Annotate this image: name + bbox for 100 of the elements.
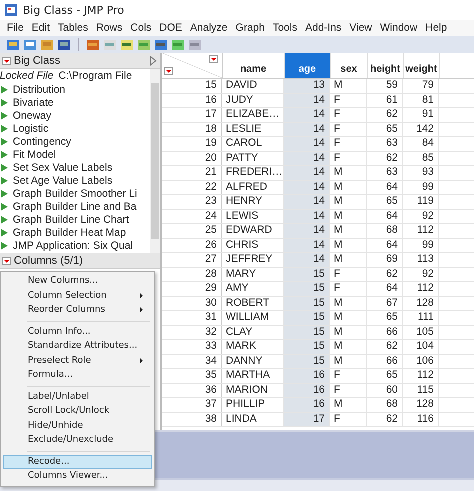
- table-cell: 14: [284, 238, 330, 252]
- script-item[interactable]: Set Age Value Labels: [0, 174, 150, 187]
- table-cell: 17: [284, 412, 330, 426]
- menu-item[interactable]: Window: [376, 22, 422, 34]
- script-item[interactable]: Logistic: [0, 122, 150, 135]
- row-number: 29: [162, 282, 222, 296]
- row-number: 28: [162, 268, 222, 281]
- table-cell: 66: [367, 326, 403, 339]
- menu-item[interactable]: Tools: [268, 22, 302, 34]
- table-cell: F: [330, 412, 367, 426]
- script-item[interactable]: Contingency: [0, 135, 150, 148]
- menu-item[interactable]: Recode...: [3, 454, 152, 469]
- script-item[interactable]: Graph Builder Heat Map: [0, 226, 150, 239]
- toolbar-icon[interactable]: [188, 38, 202, 52]
- menu-item[interactable]: Scroll Lock/Unlock: [3, 404, 152, 418]
- row-number: 23: [162, 195, 222, 208]
- table-cell: 16: [284, 369, 330, 382]
- menu-item[interactable]: View: [346, 22, 376, 34]
- menu-item[interactable]: Hide/Unhide: [3, 418, 152, 433]
- locked-label: Locked File: [0, 70, 54, 82]
- script-item[interactable]: Fit Model: [0, 148, 150, 161]
- submenu-arrow-icon: [140, 292, 143, 299]
- scrollbar[interactable]: [150, 69, 160, 253]
- table-cell: 15: [284, 268, 330, 281]
- table-cell: M: [330, 79, 367, 92]
- menu-item[interactable]: Cols: [126, 22, 156, 34]
- menu-item[interactable]: Rows: [92, 22, 127, 34]
- menu-item[interactable]: File: [3, 22, 28, 34]
- menu-item[interactable]: Reorder Columns: [3, 303, 152, 318]
- menu-item[interactable]: Tables: [54, 22, 92, 34]
- row-number: 37: [162, 398, 222, 412]
- menu-item[interactable]: Columns Viewer...: [3, 469, 152, 484]
- menu-item[interactable]: DOE: [156, 22, 186, 34]
- menu-item[interactable]: Analyze: [186, 22, 232, 34]
- column-header[interactable]: age: [285, 53, 331, 78]
- table-cell: F: [330, 369, 367, 382]
- column-header[interactable]: sex: [331, 53, 368, 78]
- toolbar-icon[interactable]: [120, 38, 134, 52]
- menu-item[interactable]: Label/Unlabel: [3, 390, 152, 404]
- toolbar-icon[interactable]: [57, 38, 71, 52]
- table-cell: 62: [367, 340, 403, 354]
- table-cell: 14: [284, 137, 330, 150]
- menu-item[interactable]: Exclude/Unexclude: [3, 433, 152, 448]
- row-number: 27: [162, 253, 222, 266]
- dropdown-icon[interactable]: [2, 56, 11, 64]
- window-title: Big Class - JMP Pro: [23, 4, 124, 16]
- menu-item[interactable]: New Columns...: [3, 274, 152, 288]
- table-cell: 92: [403, 268, 439, 281]
- dropdown-icon[interactable]: [164, 67, 173, 75]
- row-number: 35: [162, 369, 222, 382]
- script-item[interactable]: Graph Builder Line and Ba: [0, 200, 150, 213]
- table-cell: 15: [284, 354, 330, 368]
- table-cell: 14: [284, 224, 330, 238]
- table-cell: M: [330, 340, 367, 354]
- row-number: 20: [162, 152, 222, 165]
- script-item[interactable]: Graph Builder Smoother Li: [0, 187, 150, 200]
- toolbar-icon[interactable]: [6, 38, 20, 52]
- table-cell: 111: [403, 311, 439, 324]
- table-cell: M: [330, 311, 367, 324]
- menu-item[interactable]: Graph: [232, 22, 269, 34]
- expand-icon[interactable]: [150, 56, 157, 66]
- menu-item[interactable]: Standardize Attributes...: [3, 339, 152, 354]
- script-item[interactable]: Bivariate: [0, 96, 150, 109]
- row-number: 26: [162, 238, 222, 252]
- script-item[interactable]: Distribution: [0, 83, 150, 96]
- panel-title: Big Class: [14, 54, 60, 66]
- toolbar-icon[interactable]: [23, 38, 37, 52]
- toolbar-icon[interactable]: [171, 38, 185, 52]
- menu-item[interactable]: Add-Ins: [301, 22, 346, 34]
- table-cell: 67: [367, 296, 403, 310]
- menu-item[interactable]: Help: [422, 22, 452, 34]
- table-cell: 15: [284, 296, 330, 310]
- table-cell: 62: [367, 412, 403, 426]
- script-item[interactable]: Graph Builder Line Chart: [0, 213, 150, 226]
- toolbar-icon[interactable]: [86, 38, 100, 52]
- dropdown-icon[interactable]: [209, 55, 218, 63]
- row-number: 22: [162, 180, 222, 194]
- table-cell: F: [330, 384, 367, 397]
- script-item[interactable]: Set Sex Value Labels: [0, 161, 150, 174]
- table-cell: 14: [284, 180, 330, 194]
- table-cell: 60: [367, 384, 403, 397]
- column-header[interactable]: weight: [404, 53, 440, 78]
- table-cell: 85: [403, 152, 439, 165]
- table-cell: 104: [403, 340, 439, 354]
- menu-item[interactable]: Column Selection: [3, 288, 152, 303]
- table-cell: 113: [403, 253, 439, 266]
- menu-item[interactable]: Edit: [28, 22, 54, 34]
- table-cell: 13: [284, 79, 330, 92]
- table-cell: 62: [367, 108, 403, 122]
- column-header[interactable]: height: [368, 53, 404, 78]
- row-number: 15: [162, 79, 222, 92]
- dropdown-icon[interactable]: [2, 256, 11, 264]
- menu-item[interactable]: Column Info...: [3, 324, 152, 339]
- table-cell: 62: [367, 268, 403, 281]
- script-item[interactable]: Oneway: [0, 109, 150, 122]
- menu-item[interactable]: Formula...: [3, 368, 152, 382]
- toolbar-icon[interactable]: [137, 38, 151, 52]
- toolbar-icon[interactable]: [154, 38, 168, 52]
- menu-item[interactable]: Preselect Role: [3, 354, 152, 368]
- toolbar-icon[interactable]: [40, 38, 54, 52]
